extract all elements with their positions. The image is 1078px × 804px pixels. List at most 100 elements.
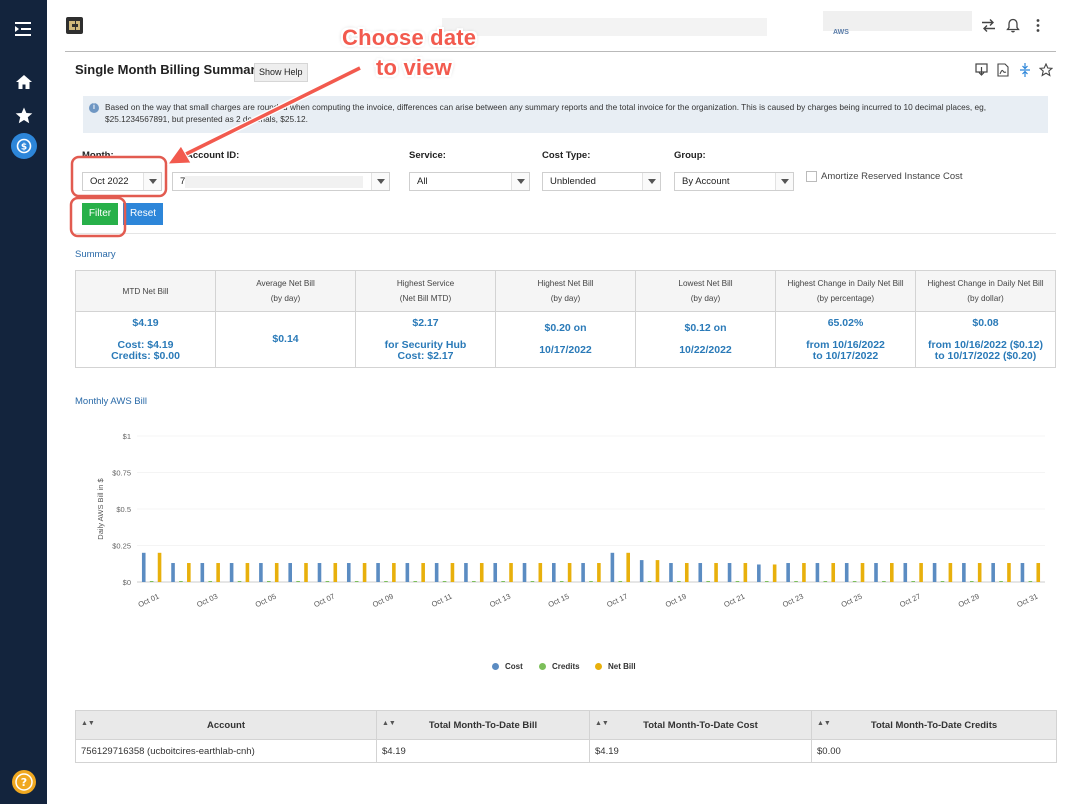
show-help-button[interactable]: Show Help	[254, 63, 308, 82]
group-select[interactable]: By Account	[674, 172, 794, 191]
account-cell: 756129716358 (ucboitcires-earthlab-cnh)	[75, 739, 377, 763]
bar-net-bill	[421, 563, 425, 582]
bar-cost	[962, 563, 966, 582]
more-options-icon[interactable]	[1035, 18, 1041, 38]
bar-credits	[852, 581, 857, 582]
bar-cost	[522, 563, 527, 582]
bar-cost	[493, 563, 498, 582]
filter-button[interactable]: Filter	[82, 203, 118, 225]
month-label: Month:	[82, 150, 114, 161]
month-select[interactable]: Oct 2022	[82, 172, 162, 191]
logo-icon	[65, 16, 84, 35]
bar-credits	[559, 581, 564, 582]
bar-credits	[706, 581, 710, 582]
sort-icon: ▲▼	[595, 720, 609, 727]
bar-net-bill	[714, 563, 718, 582]
favorite-star-icon[interactable]	[1038, 62, 1054, 82]
page-title: Single Month Billing Summary	[75, 62, 263, 77]
header-divider	[65, 51, 1056, 52]
y-tick-label: $0.75	[112, 469, 131, 478]
bar-net-bill	[626, 552, 630, 582]
bar-cost	[874, 563, 878, 582]
billing-icon[interactable]: $	[8, 131, 39, 161]
bar-cost	[229, 563, 234, 582]
legend-item-net-bill[interactable]: Net Bill	[595, 662, 636, 671]
legend-item-cost[interactable]: Cost	[492, 662, 523, 671]
mtd-bill-cell: $4.19	[376, 739, 590, 763]
svg-text:?: ?	[20, 776, 26, 789]
account-selector[interactable]	[823, 11, 972, 31]
x-tick-label: Oct 09	[371, 592, 395, 609]
star-icon[interactable]	[8, 100, 39, 130]
bar-credits	[823, 581, 828, 582]
x-tick-label: Oct 01	[137, 592, 161, 609]
reset-button[interactable]: Reset	[123, 203, 163, 225]
bar-cost	[786, 563, 790, 582]
amortize-label: Amortize Reserved Instance Cost	[821, 171, 963, 182]
help-icon[interactable]: ?	[8, 767, 39, 797]
bar-cost	[171, 563, 175, 582]
summary-header-average: Average Net Bill (by day)	[215, 270, 356, 312]
bar-credits	[940, 581, 945, 582]
legend-credits-dot	[539, 663, 546, 670]
chevron-down-icon	[511, 173, 529, 190]
bar-net-bill	[245, 563, 250, 582]
sort-icon: ▲▼	[817, 720, 831, 727]
summary-header-highest-service: Highest Service (Net Bill MTD)	[355, 270, 496, 312]
bar-cost	[259, 563, 263, 582]
bar-net-bill	[567, 563, 572, 582]
service-select[interactable]: All	[409, 172, 530, 191]
bar-net-bill	[743, 563, 748, 582]
bar-cost	[581, 563, 585, 582]
bar-credits	[325, 581, 330, 582]
search-bar[interactable]	[442, 18, 767, 36]
collapse-menu-icon[interactable]	[8, 14, 39, 44]
collapse-icon[interactable]	[1019, 63, 1031, 82]
bar-credits	[472, 581, 476, 582]
chevron-down-icon	[143, 173, 161, 190]
col-header-account[interactable]: ▲▼ Account	[75, 710, 377, 740]
bar-net-bill	[1007, 563, 1011, 582]
x-tick-label: Oct 19	[664, 592, 688, 609]
download-icon[interactable]	[975, 63, 988, 82]
cost-type-select[interactable]: Unblended	[542, 172, 661, 191]
bar-credits	[530, 581, 535, 582]
chevron-down-icon	[775, 173, 793, 190]
table-row: 756129716358 (ucboitcires-earthlab-cnh) …	[75, 739, 1057, 763]
summary-label: Summary	[75, 249, 116, 260]
bar-net-bill	[538, 563, 543, 582]
bar-credits	[237, 581, 242, 582]
pdf-export-icon[interactable]	[997, 63, 1009, 82]
sort-icon: ▲▼	[382, 720, 396, 727]
legend-item-credits[interactable]: Credits	[539, 662, 580, 671]
bell-icon[interactable]	[1006, 18, 1020, 38]
legend-credits-label: Credits	[552, 662, 580, 671]
summary-header-highest-bill: Highest Net Bill (by day)	[495, 270, 636, 312]
info-icon: i	[89, 103, 99, 113]
x-tick-label: Oct 15	[547, 592, 571, 609]
legend-net-bill-label: Net Bill	[608, 662, 636, 671]
bar-credits	[296, 581, 300, 582]
swap-icon[interactable]	[981, 18, 996, 38]
account-id-select[interactable]: 7	[172, 172, 390, 191]
col-header-mtd-bill[interactable]: ▲▼ Total Month-To-Date Bill	[376, 710, 590, 740]
bar-net-bill	[977, 563, 982, 582]
bar-credits	[999, 581, 1003, 582]
accounts-header-row: ▲▼ Account ▲▼ Total Month-To-Date Bill ▲▼ T…	[75, 710, 1057, 740]
amortize-checkbox[interactable]	[806, 171, 817, 182]
home-icon[interactable]	[8, 67, 39, 97]
summary-value-average: $0.14	[215, 311, 356, 368]
legend-net-bill-dot	[595, 663, 602, 670]
bar-cost	[200, 563, 205, 582]
col-header-mtd-credits[interactable]: ▲▼ Total Month-To-Date Credits	[811, 710, 1057, 740]
col-header-mtd-cost[interactable]: ▲▼ Total Month-To-Date Cost	[589, 710, 812, 740]
chevron-down-icon	[642, 173, 660, 190]
summary-value-change-pct: 65.02% from 10/16/2022 to 10/17/2022	[775, 311, 916, 368]
bar-net-bill	[187, 563, 191, 582]
bar-credits	[413, 581, 418, 582]
bar-credits	[1028, 581, 1033, 582]
mtd-credits-cell: $0.00	[811, 739, 1057, 763]
bar-net-bill	[1036, 563, 1041, 582]
bar-credits	[384, 581, 388, 582]
bar-net-bill	[802, 563, 806, 582]
